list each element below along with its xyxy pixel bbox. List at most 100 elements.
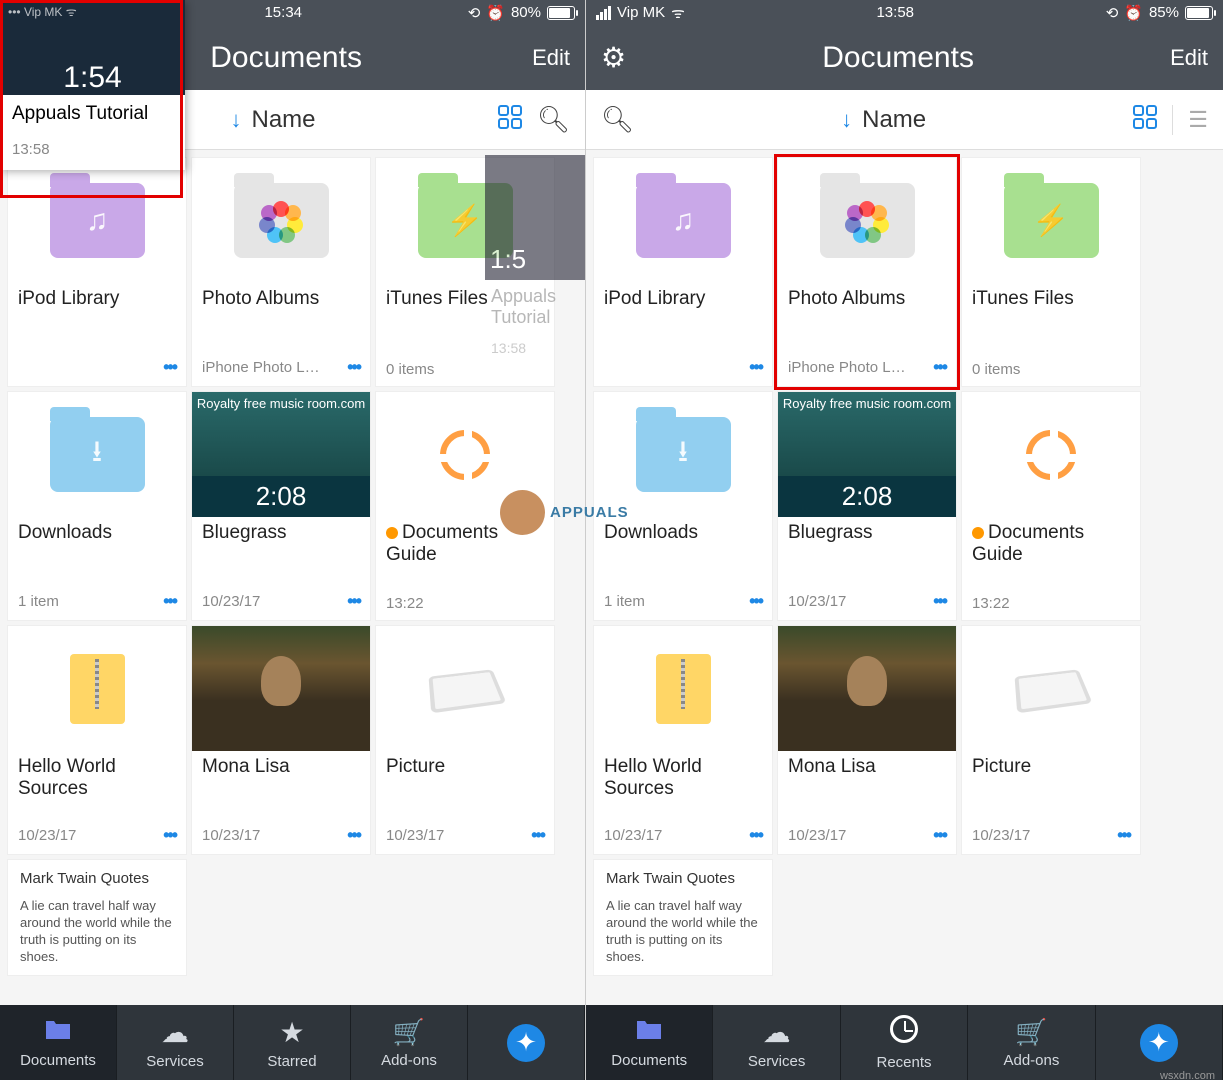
file-tile[interactable]: Hello World Sources10/23/17••• [7,625,187,855]
compass-icon: ✦ [507,1024,545,1062]
tab-compass[interactable]: ✦ [1096,1005,1223,1080]
tile-name: Hello World Sources [594,751,772,820]
tile-meta: 13:22 [376,590,554,620]
tab-label: Starred [267,1053,316,1070]
file-tile[interactable]: Mona Lisa10/23/17••• [191,625,371,855]
header: ⚙ Documents Edit [586,25,1223,90]
note-title: Mark Twain Quotes [606,870,760,887]
status-bar: Vip MK ᯤ 13:58 ⟲ ⏰ 85% [586,0,1223,25]
file-tile[interactable]: Photo AlbumsiPhone Photo L…••• [777,157,957,387]
more-icon[interactable]: ••• [531,825,544,846]
tile-meta: ••• [594,352,772,386]
tile-name: Picture [962,751,1140,820]
tab-bar: Documents ☁ Services Recents🛒Add-ons ✦ [586,1005,1223,1080]
tile-meta: 1 item••• [594,586,772,620]
tab-services[interactable]: ☁Services [117,1005,234,1080]
tab-add-ons[interactable]: 🛒Add-ons [351,1005,468,1080]
file-tile[interactable]: Mona Lisa10/23/17••• [777,625,957,855]
file-tile[interactable]: Documents Guide13:22 [961,391,1141,621]
edit-button[interactable]: Edit [532,45,570,71]
file-tile[interactable]: Documents Guide13:22 [375,391,555,621]
tab-recents[interactable]: Recents [841,1005,968,1080]
tile-meta: iPhone Photo L…••• [778,352,956,386]
popup-title: Appuals Tutorial [0,95,185,133]
tile-name: Downloads [594,517,772,586]
tile-meta: 1 item••• [8,586,186,620]
tab-compass[interactable]: ✦ [468,1005,585,1080]
page-title: Documents [626,41,1170,75]
more-icon[interactable]: ••• [749,591,762,612]
file-tile[interactable]: Photo AlbumsiPhone Photo L…••• [191,157,371,387]
file-tile[interactable]: Picture10/23/17••• [961,625,1141,855]
file-tile[interactable]: ♫iPod Library••• [7,157,187,387]
tab-documents[interactable]: Documents [0,1005,117,1080]
tile-name: Photo Albums [192,283,370,352]
tile-name: Documents Guide [962,517,1140,590]
half-tile[interactable]: 1:5 Appuals Tutorial 13:58 [485,155,585,362]
tab-starred[interactable]: ★ Starred [234,1005,351,1080]
more-icon[interactable]: ••• [749,357,762,378]
more-icon[interactable]: ••• [933,825,946,846]
tile-meta: ••• [8,352,186,386]
signal-icon [596,6,611,20]
tile-meta: 10/23/17••• [376,820,554,854]
carrier-label: Vip MK [617,4,665,21]
note-title: Mark Twain Quotes [20,870,174,887]
file-tile[interactable]: ⚡iTunes Files0 items [961,157,1141,387]
file-tile[interactable]: Hello World Sources10/23/17••• [593,625,773,855]
file-tile[interactable]: Royalty free music room.com2:08Bluegrass… [777,391,957,621]
file-tile[interactable]: Picture10/23/17••• [375,625,555,855]
more-icon[interactable]: ••• [163,357,176,378]
tab-add-ons[interactable]: 🛒Add-ons [968,1005,1095,1080]
star-icon: ★ [279,1016,304,1049]
search-icon-2[interactable]: 🔍︎ [537,104,570,135]
tab-bar: Documents ☁Services ★ Starred 🛒Add-ons ✦ [0,1005,585,1080]
more-icon[interactable]: ••• [347,591,360,612]
tab-documents[interactable]: Documents [586,1005,713,1080]
grid-view-icon[interactable] [498,105,522,134]
file-grid[interactable]: ♫iPod Library•••Photo AlbumsiPhone Photo… [586,150,1223,1005]
lock-icon: ⟲ [1106,4,1119,22]
grid-view-icon[interactable] [1133,105,1157,134]
tile-name: iPod Library [8,283,186,352]
search-icon[interactable]: 🔍︎ [601,104,634,135]
cloud-icon: ☁ [763,1016,791,1049]
sort-button[interactable]: ↓ Name [649,106,1118,134]
tile-name: Picture [376,751,554,820]
tab-label: Services [748,1053,806,1070]
tile-meta: 10/23/17••• [8,820,186,854]
tile-name: Photo Albums [778,283,956,352]
more-icon[interactable]: ••• [347,357,360,378]
toolbar: 🔍︎ ↓ Name ☰ [586,90,1223,150]
tile-name: Downloads [8,517,186,586]
tile-meta: 10/23/17••• [192,586,370,620]
more-icon[interactable]: ••• [163,825,176,846]
tile-name: Documents Guide [376,517,554,590]
more-icon[interactable]: ••• [933,357,946,378]
tile-name: Mona Lisa [192,751,370,820]
more-icon[interactable]: ••• [1117,825,1130,846]
more-icon[interactable]: ••• [347,825,360,846]
status-time: 15:34 [264,4,302,21]
file-tile[interactable]: ⭳Downloads1 item••• [7,391,187,621]
tile-meta: 13:22 [962,590,1140,620]
more-icon[interactable]: ••• [933,591,946,612]
note-tile[interactable]: Mark Twain QuotesA lie can travel half w… [593,859,773,976]
tab-services[interactable]: ☁ Services [713,1005,840,1080]
note-tile[interactable]: Mark Twain QuotesA lie can travel half w… [7,859,187,976]
tab-label: Documents [20,1052,96,1069]
more-icon[interactable]: ••• [163,591,176,612]
more-icon[interactable]: ••• [749,825,762,846]
edit-button[interactable]: Edit [1170,45,1208,71]
file-tile[interactable]: ⭳Downloads1 item••• [593,391,773,621]
right-screenshot: Vip MK ᯤ 13:58 ⟲ ⏰ 85% ⚙ Documents Edit … [585,0,1223,1080]
lock-icon: ⟲ [468,4,481,22]
folder-icon [635,1017,663,1048]
file-tile[interactable]: ♫iPod Library••• [593,157,773,387]
gear-icon[interactable]: ⚙ [601,41,626,74]
recent-popup[interactable]: ••• Vip MK ᯤ 1:54 Appuals Tutorial 13:58 [0,0,185,170]
list-view-icon[interactable]: ☰ [1188,107,1208,133]
file-tile[interactable]: Royalty free music room.com2:08Bluegrass… [191,391,371,621]
battery-icon [547,6,575,20]
compass-icon: ✦ [1140,1024,1178,1062]
